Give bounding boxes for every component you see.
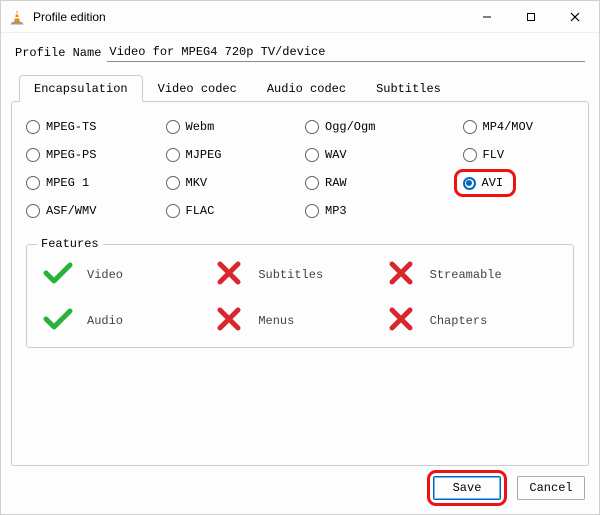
cross-icon (386, 307, 416, 335)
format-radio-raw[interactable]: RAW (305, 176, 435, 190)
radio-label: Webm (186, 120, 215, 134)
radio-label: AVI (482, 176, 504, 190)
close-button[interactable] (553, 2, 597, 32)
profile-name-input[interactable] (107, 43, 585, 62)
check-icon (43, 307, 73, 335)
maximize-button[interactable] (509, 2, 553, 32)
cross-icon (214, 261, 244, 289)
radio-label: MP4/MOV (483, 120, 533, 134)
tab-headers: Encapsulation Video codec Audio codec Su… (11, 74, 589, 101)
radio-icon (463, 177, 476, 190)
features-legend: Features (37, 237, 103, 251)
feature-chapters: Chapters (386, 307, 557, 335)
feature-streamable: Streamable (386, 261, 557, 289)
tab-subtitles[interactable]: Subtitles (361, 75, 456, 102)
format-radio-mjpeg[interactable]: MJPEG (166, 148, 296, 162)
radio-label: MKV (186, 176, 208, 190)
radio-label: MPEG-TS (46, 120, 96, 134)
radio-icon (166, 204, 180, 218)
radio-icon (305, 120, 319, 134)
format-highlight: AVI (454, 169, 517, 197)
radio-label: FLAC (186, 204, 215, 218)
feature-label: Audio (87, 314, 123, 328)
button-label: Save (453, 481, 482, 495)
window-title: Profile edition (33, 10, 465, 24)
save-button[interactable]: Save (433, 476, 501, 500)
check-icon (43, 261, 73, 289)
tab-encapsulation[interactable]: Encapsulation (19, 75, 143, 102)
radio-label: ASF/WMV (46, 204, 96, 218)
save-button-highlight: Save (427, 470, 507, 506)
radio-label: RAW (325, 176, 347, 190)
feature-label: Video (87, 268, 123, 282)
radio-label: WAV (325, 148, 347, 162)
radio-icon (26, 204, 40, 218)
tab-label: Video codec (158, 82, 237, 96)
tab-label: Subtitles (376, 82, 441, 96)
radio-label: MPEG-PS (46, 148, 96, 162)
radio-label: Ogg/Ogm (325, 120, 375, 134)
titlebar: Profile edition (1, 1, 599, 33)
format-radio-mpeg-ps[interactable]: MPEG-PS (26, 148, 156, 162)
cross-icon (214, 307, 244, 335)
radio-icon (26, 120, 40, 134)
feature-menus: Menus (214, 307, 385, 335)
format-radio-mp4-mov[interactable]: MP4/MOV (445, 120, 575, 134)
tab-video-codec[interactable]: Video codec (143, 75, 252, 102)
format-radio-mpeg-ts[interactable]: MPEG-TS (26, 120, 156, 134)
radio-icon (166, 120, 180, 134)
radio-icon (463, 120, 477, 134)
feature-label: Chapters (430, 314, 488, 328)
feature-video: Video (43, 261, 214, 289)
radio-icon (166, 176, 180, 190)
feature-audio: Audio (43, 307, 214, 335)
format-radio-avi[interactable]: AVI (463, 176, 504, 190)
features-group: Features VideoSubtitlesStreamableAudioMe… (26, 244, 574, 348)
cross-icon (386, 261, 416, 289)
format-radio-ogg-ogm[interactable]: Ogg/Ogm (305, 120, 435, 134)
radio-icon (26, 148, 40, 162)
format-cell: AVI (445, 176, 575, 190)
format-radio-mpeg-1[interactable]: MPEG 1 (26, 176, 156, 190)
radio-icon (305, 204, 319, 218)
window-controls (465, 2, 597, 32)
radio-label: FLV (483, 148, 505, 162)
format-radio-flac[interactable]: FLAC (166, 204, 296, 218)
format-radio-asf-wmv[interactable]: ASF/WMV (26, 204, 156, 218)
tab-label: Encapsulation (34, 82, 128, 96)
tab-audio-codec[interactable]: Audio codec (252, 75, 361, 102)
radio-label: MPEG 1 (46, 176, 89, 190)
format-radio-mkv[interactable]: MKV (166, 176, 296, 190)
minimize-button[interactable] (465, 2, 509, 32)
format-radio-wav[interactable]: WAV (305, 148, 435, 162)
radio-icon (305, 176, 319, 190)
tab-body-encapsulation: MPEG-TS Webm Ogg/Ogm MP4/MOV MPEG-PS MJPEG WAV… (11, 101, 589, 466)
features-grid: Video Subtitles Streamable Audio Menus Chapte… (43, 261, 557, 335)
dialog-footer: Save Cancel (1, 466, 599, 514)
button-label: Cancel (529, 481, 572, 495)
format-radio-mp3[interactable]: MP3 (305, 204, 435, 218)
profile-name-label: Profile Name (15, 46, 101, 60)
radio-icon (166, 148, 180, 162)
window: Profile edition Profile Name Encapsulati… (0, 0, 600, 515)
radio-icon (305, 148, 319, 162)
tab-label: Audio codec (267, 82, 346, 96)
encapsulation-format-grid: MPEG-TS Webm Ogg/Ogm MP4/MOV MPEG-PS MJPEG WAV… (26, 120, 574, 218)
cancel-button[interactable]: Cancel (517, 476, 585, 500)
radio-icon (26, 176, 40, 190)
feature-subtitles: Subtitles (214, 261, 385, 289)
format-radio-flv[interactable]: FLV (445, 148, 575, 162)
format-radio-webm[interactable]: Webm (166, 120, 296, 134)
tabs-container: Encapsulation Video codec Audio codec Su… (1, 68, 599, 466)
feature-label: Subtitles (258, 268, 323, 282)
profile-name-row: Profile Name (1, 33, 599, 68)
vlc-cone-icon (9, 9, 25, 25)
radio-label: MJPEG (186, 148, 222, 162)
radio-icon (463, 148, 477, 162)
feature-label: Streamable (430, 268, 502, 282)
radio-label: MP3 (325, 204, 347, 218)
feature-label: Menus (258, 314, 294, 328)
